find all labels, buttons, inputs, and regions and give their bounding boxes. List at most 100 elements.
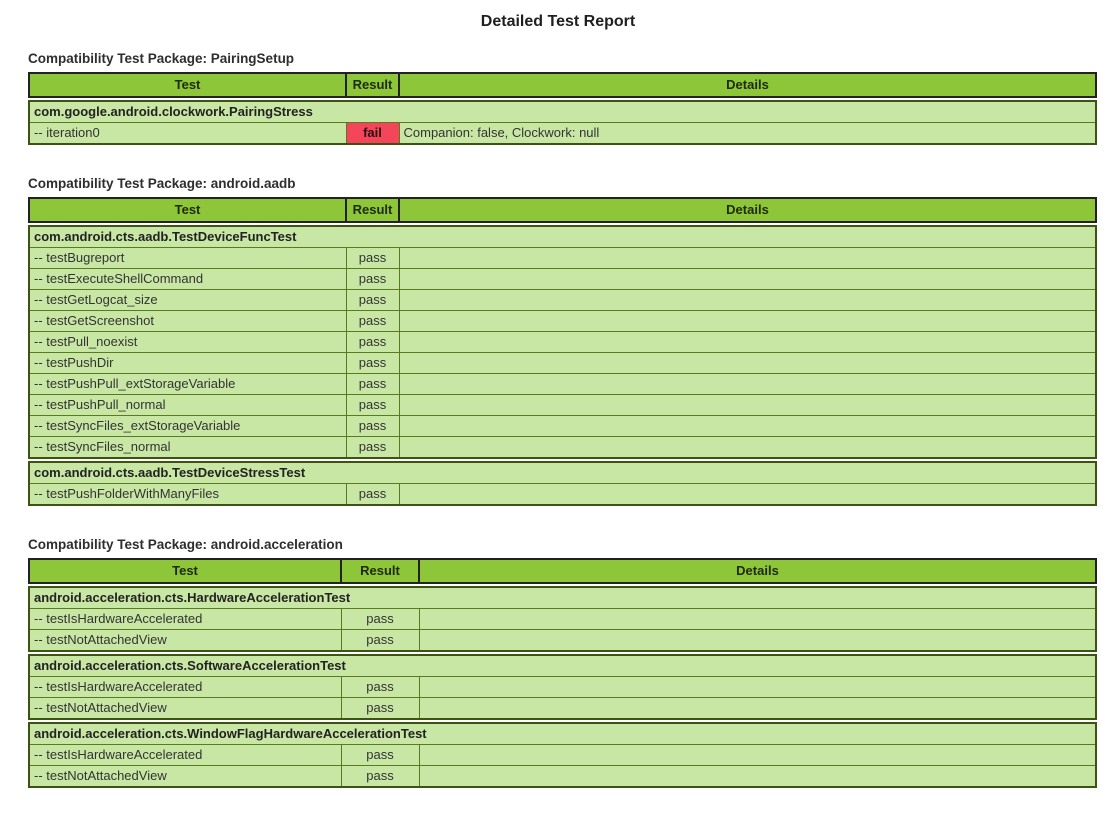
test-details [419,698,1096,720]
package-block: Compatibility Test Package: PairingSetup… [28,51,1097,145]
column-header-details: Details [399,198,1096,222]
test-name: -- testNotAttachedView [29,766,341,788]
test-details [399,374,1096,395]
test-row: -- testPushFolderWithManyFiles pass [29,484,1096,506]
test-result: pass [346,484,399,506]
test-result: pass [346,416,399,437]
test-result: pass [346,248,399,269]
testcase-class-table: com.android.cts.aadb.TestDeviceStressTes… [28,461,1097,506]
test-result: pass [346,269,399,290]
package-heading: Compatibility Test Package: PairingSetup [28,51,1097,66]
test-details [399,248,1096,269]
package-heading: Compatibility Test Package: android.aadb [28,176,1097,191]
test-details [399,437,1096,459]
test-name: -- testSyncFiles_normal [29,437,346,459]
test-result: pass [341,698,419,720]
test-row: -- testPushDir pass [29,353,1096,374]
test-name: -- testSyncFiles_extStorageVariable [29,416,346,437]
results-header-table: Test Result Details [28,72,1097,98]
test-result: pass [346,395,399,416]
testcase-class-row: android.acceleration.cts.SoftwareAcceler… [29,655,1096,677]
package-list: Compatibility Test Package: PairingSetup… [0,51,1116,788]
test-result: pass [341,630,419,652]
test-details [399,311,1096,332]
column-header-result: Result [346,198,399,222]
column-header-test: Test [29,559,341,583]
test-name: -- testPushPull_extStorageVariable [29,374,346,395]
test-result: pass [346,374,399,395]
testcase-class-name: android.acceleration.cts.SoftwareAcceler… [29,655,1096,677]
test-row: -- testPushPull_normal pass [29,395,1096,416]
test-name: -- testNotAttachedView [29,630,341,652]
test-details [419,745,1096,766]
test-row: -- testGetLogcat_size pass [29,290,1096,311]
test-row: -- testIsHardwareAccelerated pass [29,745,1096,766]
testcase-class-table: android.acceleration.cts.HardwareAcceler… [28,586,1097,652]
test-name: -- testPull_noexist [29,332,346,353]
testcase-class-name: android.acceleration.cts.WindowFlagHardw… [29,723,1096,745]
test-result: pass [346,437,399,459]
testcase-class-name: android.acceleration.cts.HardwareAcceler… [29,587,1096,609]
testcase-class-row: com.google.android.clockwork.PairingStre… [29,101,1096,123]
test-details [399,332,1096,353]
page-title: Detailed Test Report [0,12,1116,31]
testcase-class-row: android.acceleration.cts.HardwareAcceler… [29,587,1096,609]
testcase-class-row: com.android.cts.aadb.TestDeviceFuncTest [29,226,1096,248]
testcase-class-name: com.android.cts.aadb.TestDeviceStressTes… [29,462,1096,484]
column-header-test: Test [29,73,346,97]
test-row: -- testSyncFiles_normal pass [29,437,1096,459]
testcase-class-table: android.acceleration.cts.SoftwareAcceler… [28,654,1097,720]
test-details [419,630,1096,652]
package-block: Compatibility Test Package: android.aadb… [28,176,1097,506]
testcase-class-name: com.android.cts.aadb.TestDeviceFuncTest [29,226,1096,248]
test-result: pass [341,677,419,698]
test-row: -- testIsHardwareAccelerated pass [29,677,1096,698]
column-header-row: Test Result Details [29,198,1096,222]
test-details: Companion: false, Clockwork: null [399,123,1096,145]
test-row: -- testPushPull_extStorageVariable pass [29,374,1096,395]
testcase-class-table: com.google.android.clockwork.PairingStre… [28,100,1097,145]
column-header-result: Result [341,559,419,583]
test-result: fail [346,123,399,145]
test-name: -- testGetScreenshot [29,311,346,332]
testcase-class-row: com.android.cts.aadb.TestDeviceStressTes… [29,462,1096,484]
column-header-result: Result [346,73,399,97]
column-header-test: Test [29,198,346,222]
results-header-table: Test Result Details [28,197,1097,223]
test-details [419,677,1096,698]
test-result: pass [346,332,399,353]
column-header-details: Details [399,73,1096,97]
report-page: Detailed Test Report Compatibility Test … [0,0,1116,788]
test-row: -- testExecuteShellCommand pass [29,269,1096,290]
test-row: -- testNotAttachedView pass [29,698,1096,720]
test-result: pass [341,609,419,630]
test-name: -- testBugreport [29,248,346,269]
test-details [399,353,1096,374]
test-name: -- testPushPull_normal [29,395,346,416]
test-row: -- testGetScreenshot pass [29,311,1096,332]
test-name: -- testIsHardwareAccelerated [29,745,341,766]
test-name: -- testIsHardwareAccelerated [29,677,341,698]
results-header-table: Test Result Details [28,558,1097,584]
test-row: -- iteration0 fail Companion: false, Clo… [29,123,1096,145]
test-row: -- testPull_noexist pass [29,332,1096,353]
test-details [399,269,1096,290]
test-row: -- testNotAttachedView pass [29,630,1096,652]
column-header-row: Test Result Details [29,559,1096,583]
test-name: -- testExecuteShellCommand [29,269,346,290]
test-name: -- testGetLogcat_size [29,290,346,311]
test-name: -- iteration0 [29,123,346,145]
column-header-row: Test Result Details [29,73,1096,97]
test-result: pass [341,766,419,788]
test-name: -- testNotAttachedView [29,698,341,720]
test-details [399,395,1096,416]
test-row: -- testSyncFiles_extStorageVariable pass [29,416,1096,437]
test-result: pass [346,353,399,374]
test-details [399,290,1096,311]
test-details [399,484,1096,506]
package-block: Compatibility Test Package: android.acce… [28,537,1097,788]
testcase-class-name: com.google.android.clockwork.PairingStre… [29,101,1096,123]
test-result: pass [346,311,399,332]
package-heading: Compatibility Test Package: android.acce… [28,537,1097,552]
test-details [399,416,1096,437]
